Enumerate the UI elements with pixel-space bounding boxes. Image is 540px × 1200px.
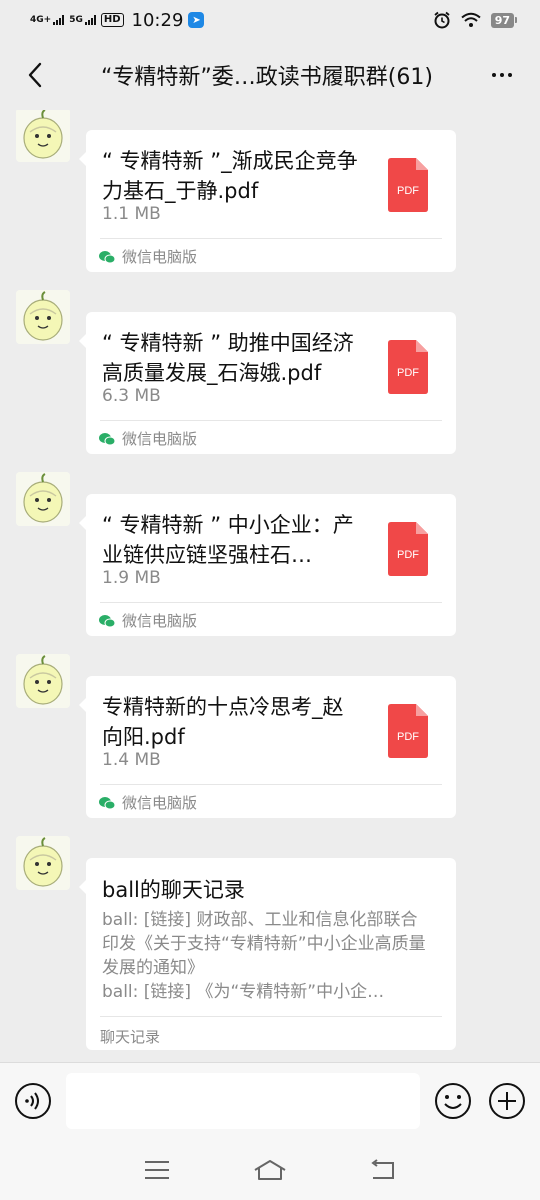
home-icon [254, 1160, 286, 1180]
divider [100, 602, 442, 603]
chat-title: “专精特新”委…政读书履职群(61) [101, 65, 433, 90]
file-message[interactable]: “ 专精特新 ” 中小企业：产业链供应链坚强柱石… 1.9 MB PDF 微信电… [79, 494, 456, 636]
avatar-cartoon-icon [16, 654, 70, 708]
svg-text:PDF: PDF [397, 185, 419, 197]
hd-voice-badge: HD [100, 13, 124, 27]
source-label: 微信电脑版 [122, 612, 198, 630]
file-size: 6.3 MB [102, 386, 161, 406]
wechat-icon [99, 432, 116, 445]
voice-icon [15, 1083, 51, 1119]
chat-record-title: ball的聊天记录 [102, 878, 245, 902]
avatar-cartoon-icon [16, 290, 70, 344]
chat-area[interactable]: “ 专精特新 ”_渐成民企竞争力基石_于静.pdf 1.1 MB PDF 微信电… [0, 110, 540, 1060]
avatar-cartoon-icon [16, 110, 70, 162]
avatar[interactable] [16, 472, 70, 526]
menu-icon [144, 1161, 169, 1179]
svg-text:PDF: PDF [397, 367, 419, 379]
divider [100, 238, 442, 239]
return-icon [371, 1159, 395, 1179]
input-bar [0, 1062, 540, 1140]
wechat-icon [99, 614, 116, 627]
file-name: “ 专精特新 ” 中小企业：产业链供应链坚强柱石… [102, 513, 354, 567]
chevron-left-icon [28, 62, 42, 88]
divider [100, 784, 442, 785]
source-label: 微信电脑版 [122, 430, 198, 448]
source-row: 微信电脑版 [98, 792, 197, 813]
pdf-file-icon: PDF [388, 340, 428, 394]
status-right: 97 [433, 11, 518, 29]
signal-sim2: 5G [69, 15, 96, 25]
signal-sim1: 4G+ [30, 15, 65, 25]
pdf-file-icon: PDF [388, 158, 428, 212]
divider [100, 420, 442, 421]
status-time: 10:29 [131, 9, 184, 31]
file-size: 1.1 MB [102, 204, 161, 224]
source-row: 微信电脑版 [98, 246, 197, 267]
chat-record-line: ball: [链接] 《为“专精特新”中小企… [102, 982, 385, 1002]
file-message[interactable]: 专精特新的十点冷思考_赵向阳.pdf 1.4 MB PDF 微信电脑版 [79, 676, 456, 818]
app-notification-icon: ➤ [188, 12, 205, 28]
plus-icon [489, 1083, 525, 1119]
divider [100, 1016, 442, 1017]
file-name: “ 专精特新 ” 助推中国经济高质量发展_石海娥.pdf [102, 331, 354, 385]
signal-bars-icon [84, 15, 96, 25]
source-row: 微信电脑版 [98, 610, 197, 631]
home-button[interactable] [253, 1155, 287, 1185]
source-label: 微信电脑版 [122, 248, 198, 266]
avatar-cartoon-icon [16, 836, 70, 890]
more-dot [500, 73, 504, 77]
more-functions-button[interactable] [488, 1082, 526, 1120]
wifi-icon [461, 12, 481, 27]
file-size: 1.9 MB [102, 568, 161, 588]
svg-text:PDF: PDF [397, 549, 419, 561]
file-size: 1.4 MB [102, 750, 161, 770]
message-input[interactable] [66, 1073, 420, 1129]
signal-bars-icon [53, 15, 65, 25]
svg-text:PDF: PDF [397, 731, 419, 743]
system-navigation-bar [0, 1140, 540, 1200]
avatar[interactable] [16, 654, 70, 708]
avatar[interactable] [16, 290, 70, 344]
chat-record-preview: ball: [链接] 财政部、工业和信息化部联合印发《关于支持“专精特新”中小企… [102, 908, 434, 1004]
wechat-icon [99, 796, 116, 809]
avatar[interactable] [16, 110, 70, 162]
voice-button[interactable] [14, 1082, 52, 1120]
avatar[interactable] [16, 836, 70, 890]
network-type-label: 5G [69, 15, 83, 25]
battery-icon: 97 [490, 12, 518, 28]
more-dots-icon [492, 73, 496, 77]
file-message[interactable]: “ 专精特新 ” 助推中国经济高质量发展_石海娥.pdf 6.3 MB PDF … [79, 312, 456, 454]
chat-record-message[interactable]: ball的聊天记录 ball: [链接] 财政部、工业和信息化部联合印发《关于支… [79, 858, 456, 1050]
wechat-icon [99, 250, 116, 263]
file-name: “ 专精特新 ”_渐成民企竞争力基石_于静.pdf [102, 149, 358, 203]
chat-header: “专精特新”委…政读书履职群(61) [0, 40, 540, 110]
chat-record-label: 聊天记录 [100, 1028, 161, 1046]
avatar-cartoon-icon [16, 472, 70, 526]
emoji-icon [435, 1083, 471, 1119]
source-label: 微信电脑版 [122, 794, 198, 812]
more-options-button[interactable] [484, 55, 520, 95]
menu-button[interactable] [140, 1155, 174, 1185]
pdf-file-icon: PDF [388, 522, 428, 576]
source-row: 微信电脑版 [98, 428, 197, 449]
pdf-file-icon: PDF [388, 704, 428, 758]
status-left: 4G+ 5G HD 10:29 ➤ [30, 9, 205, 31]
more-dot [508, 73, 512, 77]
file-name: 专精特新的十点冷思考_赵向阳.pdf [102, 695, 344, 749]
file-message[interactable]: “ 专精特新 ”_渐成民企竞争力基石_于静.pdf 1.1 MB PDF 微信电… [79, 130, 456, 272]
back-nav-button[interactable] [366, 1155, 400, 1185]
network-type-label: 4G+ [30, 15, 52, 25]
back-button[interactable] [20, 55, 50, 95]
status-bar: 4G+ 5G HD 10:29 ➤ 97 [0, 0, 540, 40]
emoji-button[interactable] [434, 1082, 472, 1120]
chat-record-line: ball: [链接] 财政部、工业和信息化部联合印发《关于支持“专精特新”中小企… [102, 910, 426, 978]
alarm-icon [434, 11, 450, 29]
